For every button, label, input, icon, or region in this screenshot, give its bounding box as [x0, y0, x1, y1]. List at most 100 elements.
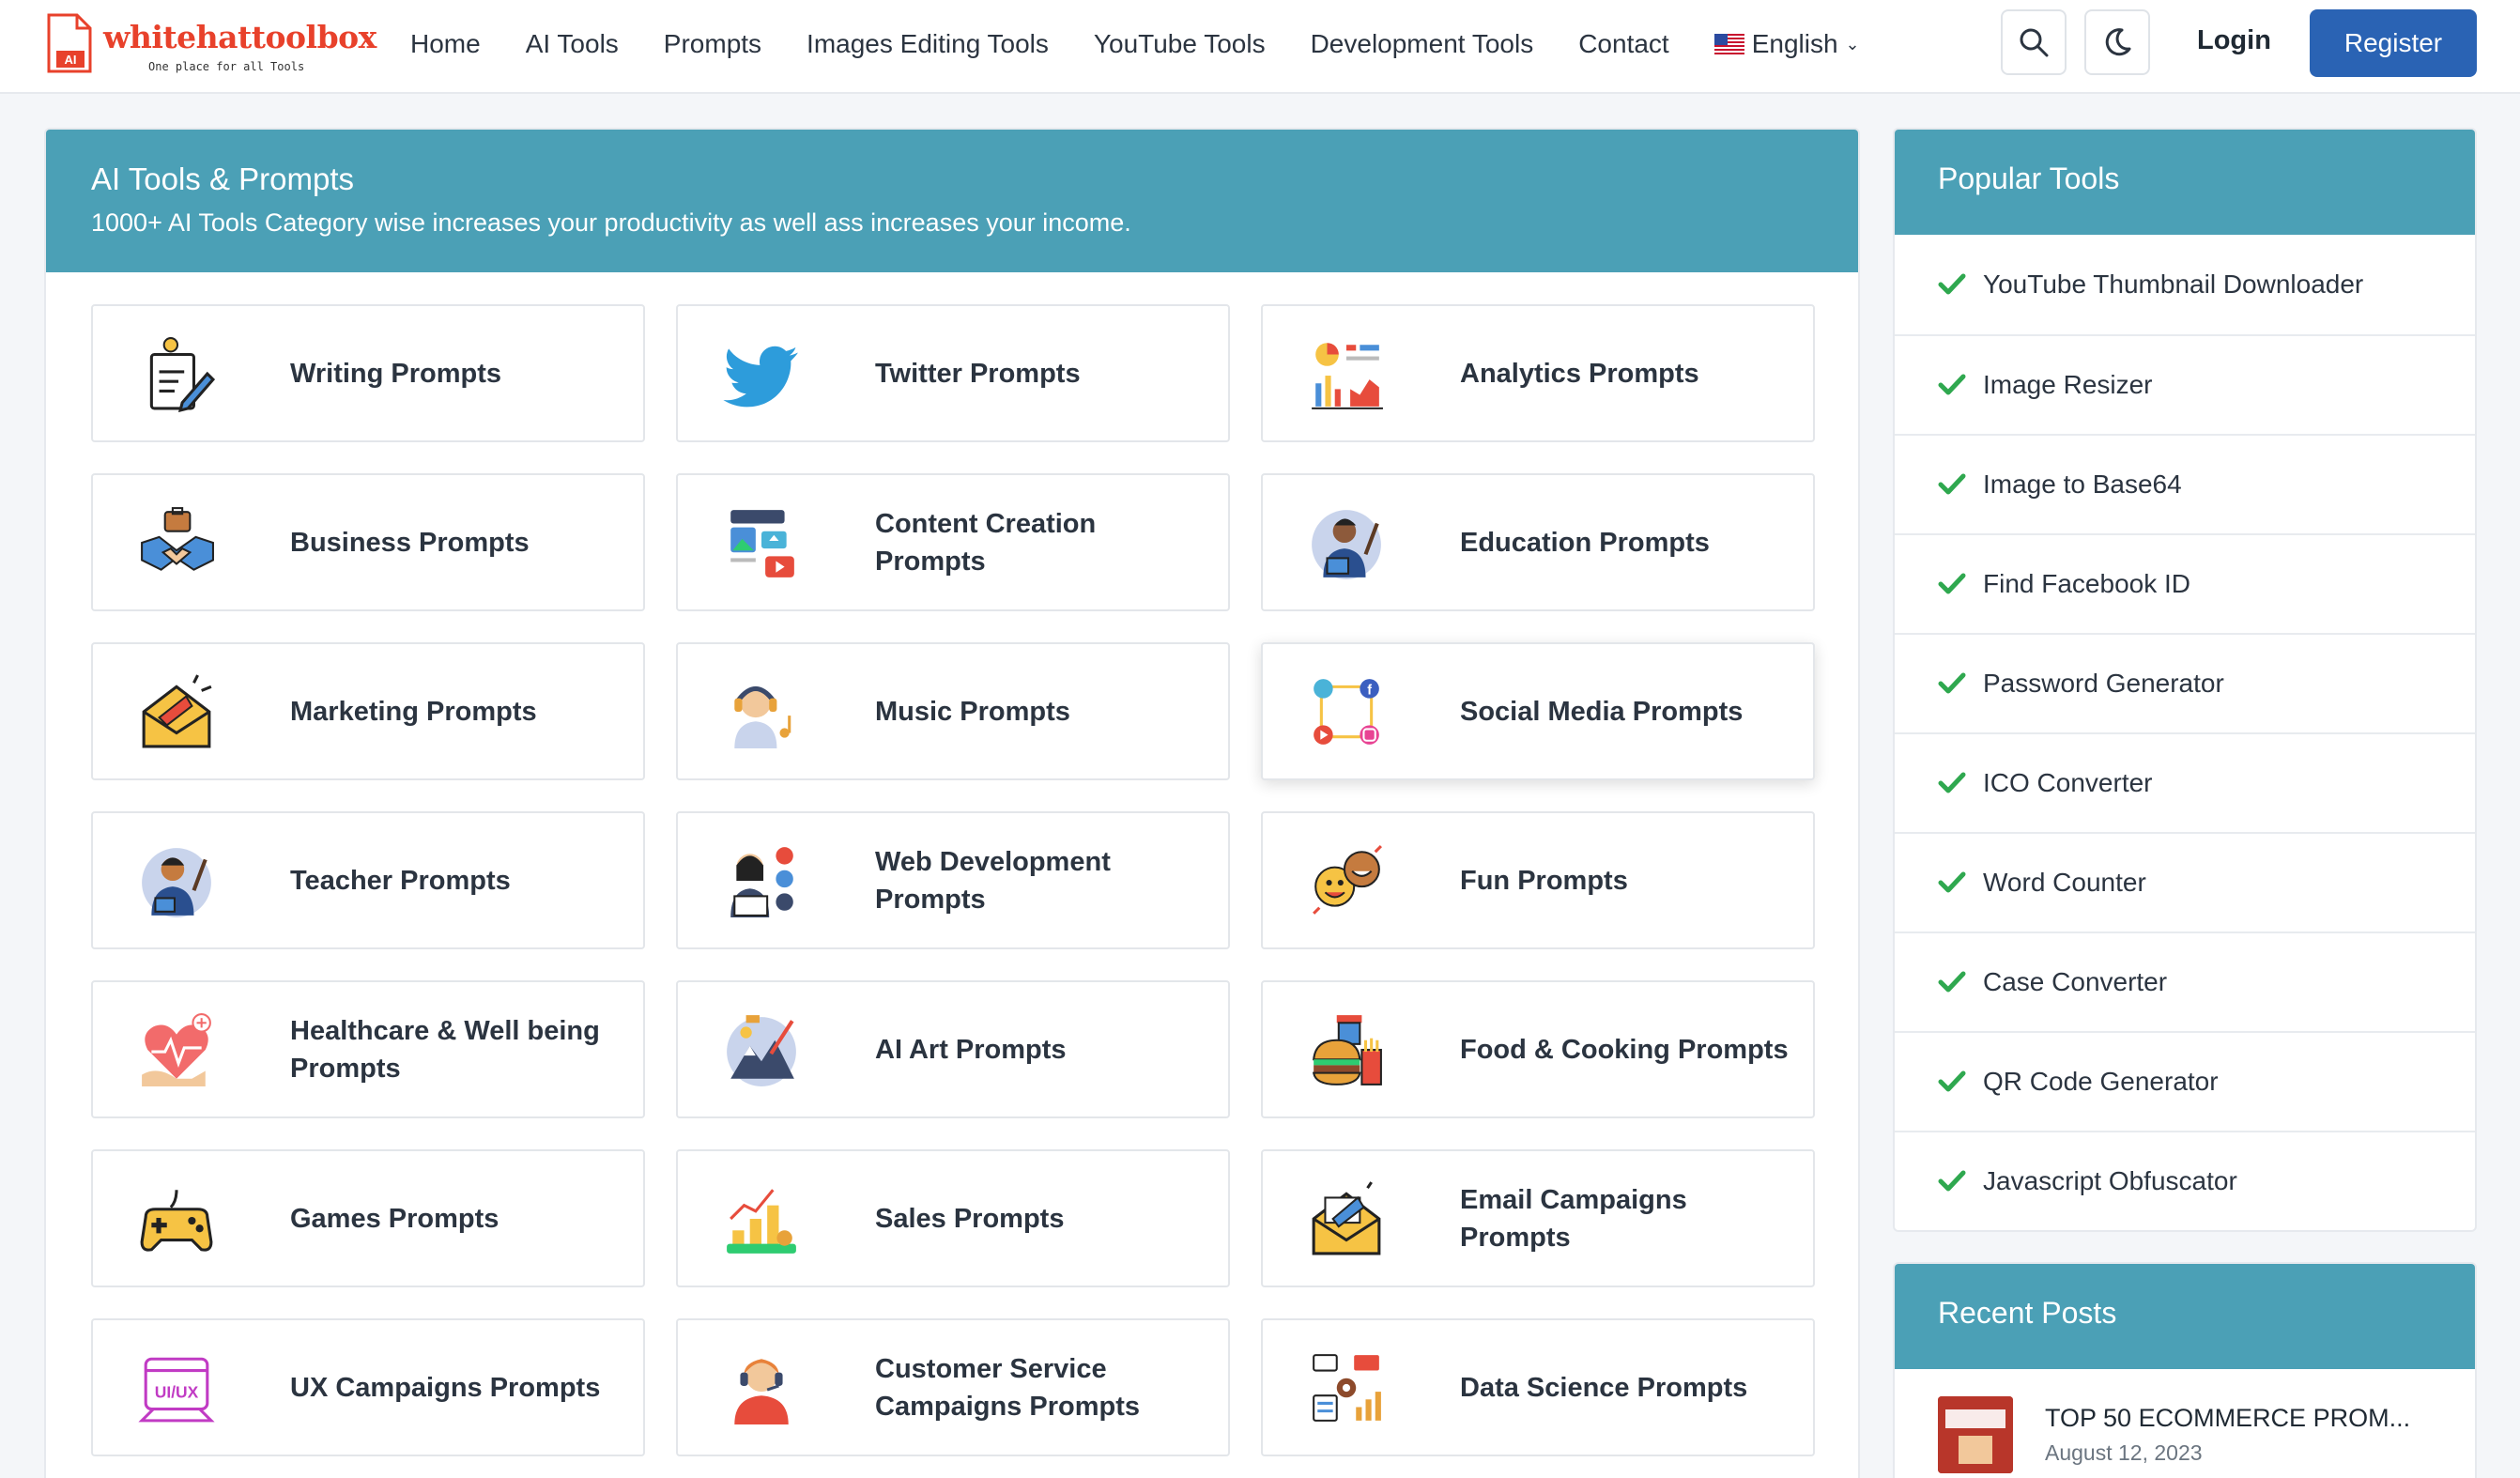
category-label: Writing Prompts — [290, 358, 502, 389]
nav-images-editing-tools[interactable]: Images Editing Tools — [807, 29, 1049, 59]
popular-tool-link[interactable]: Image Resizer — [1895, 334, 2475, 434]
main-nav: Home AI Tools Prompts Images Editing Too… — [410, 0, 1860, 88]
category-card[interactable]: Customer Service Campaigns Prompts — [676, 1318, 1230, 1456]
popular-tool-label: Word Counter — [1983, 868, 2146, 897]
category-label: Email Campaigns Prompts — [1460, 1184, 1687, 1253]
category-label: Social Media Prompts — [1460, 696, 1744, 727]
popular-tools-title: Popular Tools — [1895, 130, 2475, 235]
popular-tool-label: Case Converter — [1983, 967, 2168, 996]
category-card[interactable]: Games Prompts — [91, 1149, 645, 1287]
chevron-down-icon: ⌄ — [1845, 34, 1860, 54]
category-card[interactable]: Healthcare & Well being Prompts — [91, 980, 645, 1118]
search-icon — [2020, 28, 2049, 57]
recent-posts-title: Recent Posts — [1895, 1264, 2475, 1369]
svg-text:UI/UX: UI/UX — [155, 1382, 199, 1401]
moon-icon — [2105, 28, 2131, 56]
popular-tool-label: Image Resizer — [1983, 370, 2153, 399]
category-label: Healthcare & Well being Prompts — [290, 1015, 600, 1084]
social-media-icon: f — [1314, 678, 1379, 745]
twitter-icon — [723, 346, 798, 407]
svg-text:f: f — [1367, 683, 1372, 698]
checkmark-icon — [1938, 672, 1966, 694]
category-card[interactable]: Teacher Prompts — [91, 811, 645, 949]
popular-tool-label: QR Code Generator — [1983, 1067, 2219, 1096]
category-label: Business Prompts — [290, 527, 530, 558]
checkmark-icon — [1938, 971, 1966, 993]
category-card[interactable]: Music Prompts — [676, 642, 1230, 780]
category-card[interactable]: Writing Prompts — [91, 304, 645, 442]
nav-home[interactable]: Home — [410, 29, 481, 59]
marketing-icon — [142, 673, 212, 747]
popular-tool-link[interactable]: QR Code Generator — [1895, 1031, 2475, 1131]
category-label: Web Development Prompts — [875, 846, 1111, 915]
popular-tool-link[interactable]: Word Counter — [1895, 832, 2475, 931]
popular-tool-label: ICO Converter — [1983, 768, 2153, 797]
category-grid: Writing Prompts Twitter Prompts Analytics … — [91, 304, 1817, 1456]
logo-badge: AI — [65, 53, 77, 67]
dark-mode-toggle[interactable] — [2084, 9, 2150, 75]
language-selector[interactable]: English ⌄ — [1713, 29, 1860, 59]
category-card[interactable]: Twitter Prompts — [676, 304, 1230, 442]
category-card[interactable]: Analytics Prompts — [1261, 304, 1815, 442]
handshake-icon — [141, 506, 214, 571]
checkmark-icon — [1938, 473, 1966, 495]
nav-prompts[interactable]: Prompts — [664, 29, 761, 59]
register-button[interactable]: Register — [2310, 9, 2477, 77]
category-label: Data Science Prompts — [1460, 1372, 1748, 1403]
site-logo[interactable]: AI whitehattoolbox One place for all Too… — [45, 13, 376, 79]
category-card[interactable]: Data Science Prompts — [1261, 1318, 1815, 1456]
category-card[interactable]: Marketing Prompts — [91, 642, 645, 780]
sales-icon — [727, 1188, 796, 1254]
recent-post-item[interactable]: TOP 50 ECOMMERCE PROM... August 12, 2023 — [1895, 1369, 2475, 1478]
writing-icon — [149, 336, 215, 412]
category-label: Customer Service Campaigns Prompts — [875, 1353, 1140, 1422]
popular-tool-link[interactable]: Javascript Obfuscator — [1895, 1131, 2475, 1230]
category-card[interactable]: Email Campaigns Prompts — [1261, 1149, 1815, 1287]
checkmark-icon — [1938, 573, 1966, 594]
category-label: Teacher Prompts — [290, 865, 511, 896]
gamepad-icon — [140, 1189, 213, 1252]
page-subtitle: 1000+ AI Tools Category wise increases y… — [91, 208, 1131, 237]
category-card[interactable]: Business Prompts — [91, 473, 645, 611]
popular-tool-link[interactable]: YouTube Thumbnail Downloader — [1895, 235, 2475, 334]
popular-tool-link[interactable]: Password Generator — [1895, 633, 2475, 732]
post-thumbnail — [1938, 1396, 2013, 1473]
nav-development-tools[interactable]: Development Tools — [1311, 29, 1534, 59]
category-card[interactable]: Content Creation Prompts — [676, 473, 1230, 611]
music-icon — [734, 685, 791, 748]
popular-tool-link[interactable]: Case Converter — [1895, 931, 2475, 1031]
category-label: AI Art Prompts — [875, 1034, 1067, 1065]
popular-tool-link[interactable]: Image to Base64 — [1895, 434, 2475, 533]
category-card[interactable]: UI/UX UX Campaigns Prompts — [91, 1318, 645, 1456]
category-card[interactable]: Fun Prompts — [1261, 811, 1815, 949]
category-card[interactable]: Sales Prompts — [676, 1149, 1230, 1287]
category-card[interactable]: Web Development Prompts — [676, 811, 1230, 949]
nav-contact[interactable]: Contact — [1578, 29, 1669, 59]
category-card[interactable]: f Social Media Prompts — [1261, 642, 1815, 780]
popular-tool-link[interactable]: Find Facebook ID — [1895, 533, 2475, 633]
category-card[interactable]: Education Prompts — [1261, 473, 1815, 611]
nav-youtube-tools[interactable]: YouTube Tools — [1094, 29, 1266, 59]
post-date: August 12, 2023 — [2045, 1440, 2203, 1465]
healthcare-icon — [142, 1012, 211, 1086]
category-card[interactable]: Food & Cooking Prompts — [1261, 980, 1815, 1118]
nav-ai-tools[interactable]: AI Tools — [526, 29, 619, 59]
ux-icon: UI/UX — [138, 1357, 215, 1422]
popular-tools-list: YouTube Thumbnail Downloader Image Resize… — [1895, 235, 2475, 1230]
ai-art-icon — [727, 1014, 796, 1086]
content-creation-icon — [730, 509, 794, 577]
checkmark-icon — [1938, 772, 1966, 793]
category-label: Music Prompts — [875, 696, 1070, 727]
category-label: Analytics Prompts — [1460, 358, 1699, 389]
page-title: AI Tools & Prompts — [91, 162, 355, 196]
popular-tool-label: Password Generator — [1983, 669, 2224, 698]
search-button[interactable] — [2001, 9, 2067, 75]
checkmark-icon — [1938, 273, 1966, 295]
popular-tool-label: Find Facebook ID — [1983, 569, 2190, 598]
fun-icon — [1313, 844, 1382, 915]
category-card[interactable]: AI Art Prompts — [676, 980, 1230, 1118]
popular-tool-link[interactable]: ICO Converter — [1895, 732, 2475, 832]
category-label: Food & Cooking Prompts — [1460, 1034, 1789, 1065]
login-link[interactable]: Login — [2197, 25, 2271, 56]
popular-tool-label: Image to Base64 — [1983, 470, 2182, 499]
